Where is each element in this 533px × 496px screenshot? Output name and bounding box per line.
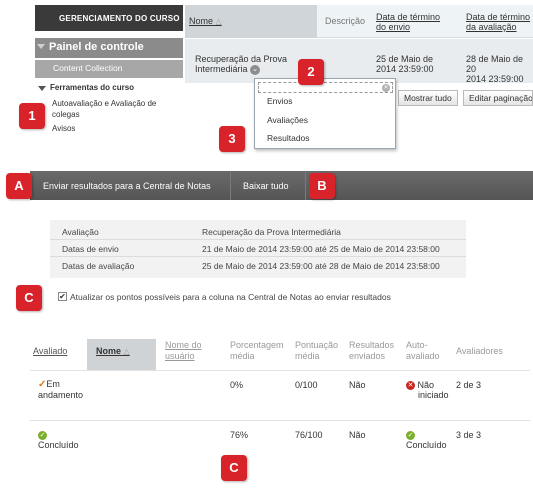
column-header-evaluators: Avaliadores: [456, 346, 503, 356]
info-label-evaluation-dates: Datas de avaliação: [62, 261, 135, 271]
action-bar-divider: [305, 171, 306, 200]
column-header-eval-end[interactable]: Data de término da avaliação: [466, 12, 530, 32]
download-all-button[interactable]: Baixar tudo: [243, 181, 289, 191]
column-header-results-sent: Resultados enviados: [349, 340, 395, 361]
control-panel-label: Painel de controle: [49, 41, 144, 53]
sidebar-header: GERENCIAMENTO DO CURSO: [35, 5, 183, 31]
callout-1: 1: [19, 103, 45, 129]
column-header-description: Descrição: [325, 16, 366, 26]
callout-c: C: [16, 285, 42, 311]
callout-3: 3: [219, 126, 245, 152]
edit-paging-button[interactable]: Editar paginação: [463, 90, 533, 106]
info-value-assessment: Recuperação da Prova Intermediária: [202, 227, 341, 237]
send-results-button[interactable]: Enviar resultados para a Central de Nota…: [43, 181, 211, 191]
sidebar-item-course-tools[interactable]: Ferramentas do curso: [38, 83, 134, 92]
update-points-label: Atualizar os pontos possíveis para a col…: [70, 292, 391, 302]
update-points-checkbox[interactable]: ✔: [58, 292, 67, 301]
sidebar-link-self-peer-assessment-cont[interactable]: colegas: [52, 110, 80, 119]
info-value-submission-dates: 21 de Maio de 2014 23:59:00 até 25 de Ma…: [202, 244, 440, 254]
row-self-evaluated: ✓ Concluído: [406, 431, 447, 451]
sidebar-link-self-peer-assessment[interactable]: Autoavaliação e Avaliação de: [52, 99, 156, 108]
column-header-send-end[interactable]: Data de término do envio: [376, 12, 440, 32]
callout-a: A: [6, 173, 32, 199]
column-header-name[interactable]: Nome △: [96, 346, 130, 357]
menu-item-submissions[interactable]: Envios: [267, 96, 293, 106]
row-status-completed: ✓ Concluído: [38, 431, 79, 451]
column-header-evaluated[interactable]: Avaliado: [33, 346, 67, 357]
row-score: 76/100: [295, 430, 323, 440]
close-icon[interactable]: ✕: [382, 84, 390, 92]
callout-c: C: [221, 455, 247, 481]
chevron-down-icon[interactable]: ⌄: [250, 64, 261, 75]
row-results-sent: Não: [349, 430, 366, 440]
menu-item-results[interactable]: Resultados: [267, 133, 310, 143]
info-label-submission-dates: Datas de envio: [62, 244, 119, 254]
sort-up-icon: △: [123, 347, 130, 356]
assessment-info: Avaliação Recuperação da Prova Intermedi…: [50, 220, 466, 278]
column-header-username[interactable]: Nome do usuário: [165, 340, 202, 362]
divider: [30, 370, 530, 371]
row-self-evaluated: ✕ Não iniciado: [406, 380, 449, 401]
row-eval-date: 28 de Maio de 20 2014 23:59:00: [466, 54, 524, 84]
show-all-button[interactable]: Mostrar tudo: [398, 90, 458, 106]
completed-check-icon: ✓: [38, 431, 47, 441]
info-label-assessment: Avaliação: [62, 227, 99, 237]
row-name[interactable]: Recuperação da Prova Intermediária ⌄: [195, 54, 287, 75]
column-header-score: Pontuação média: [295, 340, 339, 361]
row-score: 0/100: [295, 380, 318, 390]
row-send-date: 25 de Maio de 2014 23:59:00: [376, 54, 434, 74]
completed-check-icon: ✓: [406, 431, 415, 441]
row-percent: 0%: [230, 380, 244, 390]
sort-up-icon: △: [215, 17, 222, 26]
callout-2: 2: [298, 59, 324, 85]
context-menu: ✕ Envios Avaliações Resultados: [254, 78, 396, 149]
row-results-sent: Não: [349, 380, 366, 390]
menu-item-evaluations[interactable]: Avaliações: [267, 115, 308, 125]
row-evaluators[interactable]: 3 de 3: [456, 430, 481, 440]
menu-search-field[interactable]: ✕: [258, 82, 393, 93]
divider: [50, 239, 466, 240]
divider: [30, 420, 530, 421]
row-evaluators[interactable]: 2 de 3: [456, 380, 481, 390]
row-percent: 76%: [230, 430, 249, 440]
action-bar-divider: [230, 171, 231, 200]
sidebar-item-content-collection[interactable]: Content Collection: [35, 60, 183, 78]
callout-b: B: [309, 173, 335, 199]
not-started-x-icon: ✕: [406, 381, 415, 391]
info-value-evaluation-dates: 25 de Maio de 2014 23:59:00 até 28 de Ma…: [202, 261, 440, 271]
expand-triangle-icon: [38, 86, 46, 91]
column-header-percent: Porcentagem média: [230, 340, 284, 361]
column-header-name[interactable]: Nome △: [189, 16, 222, 27]
course-tools-label: Ferramentas do curso: [50, 83, 135, 92]
sidebar-control-panel[interactable]: Painel de controle: [35, 38, 183, 58]
column-header-self-evaluated: Auto- avaliado: [406, 340, 440, 361]
divider: [50, 256, 466, 257]
row-status-in-progress: ✓Em andamento: [38, 379, 84, 400]
sidebar-link-announcements[interactable]: Avisos: [52, 124, 75, 133]
collapse-triangle-icon: [37, 44, 45, 49]
